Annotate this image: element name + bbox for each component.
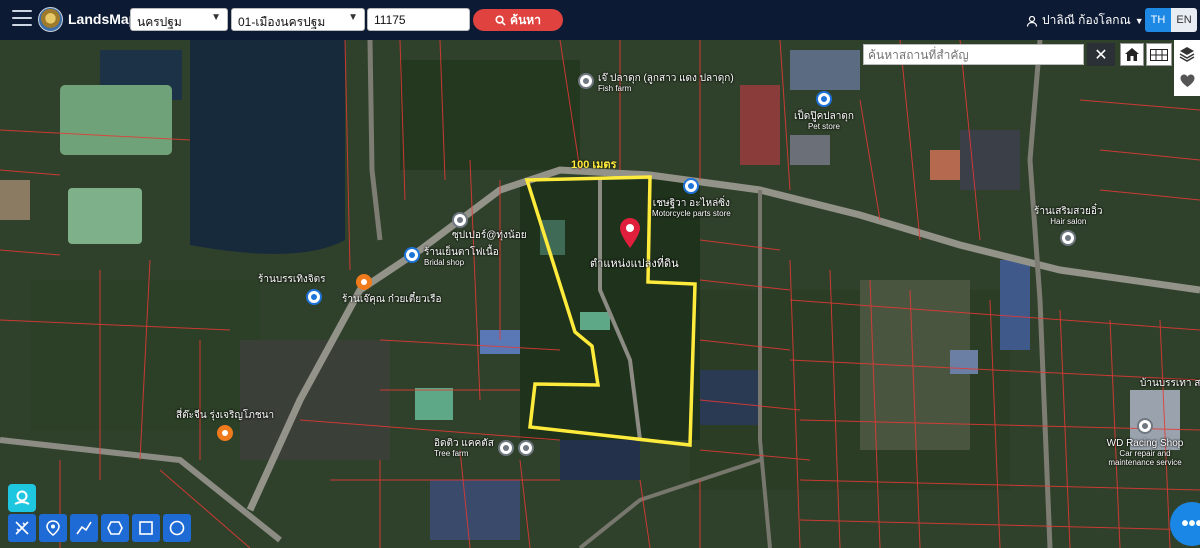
poi-bridal-shop[interactable]: ร้านเย็นตาโฟเนื้อ Bridal shop (404, 247, 499, 267)
province-value: นครปฐม (137, 15, 182, 29)
parcel-number-input[interactable]: 11175 (367, 8, 470, 31)
poi-name: WD Racing Shop (1106, 438, 1184, 449)
home-icon[interactable] (1120, 43, 1144, 66)
poi-name: อิดติว แคคตัส (434, 438, 494, 449)
poi-marker-icon (578, 73, 594, 89)
map-imagery (0, 40, 1200, 548)
poi-category: Car repair and maintenance service (1108, 449, 1182, 467)
search-button[interactable]: ค้นหา (473, 9, 563, 31)
chevron-down-icon: ▼ (1134, 15, 1144, 26)
poi-name: ร้านเจ๊คุณ ก๋วยเตี๋ยวเรือ (342, 294, 442, 305)
poi-supermarket[interactable]: ซุปเปอร์@ทุ่งน้อย (452, 212, 527, 241)
poi-chinese-restaurant[interactable]: สี่ต๊ะจีน รุ่งเจริญโภชนา (176, 410, 274, 441)
province-select[interactable]: นครปฐม ▼ (130, 8, 228, 31)
close-icon[interactable]: ✕ (1087, 43, 1115, 66)
poi-banthoeng-jit[interactable]: ร้านบรรเทิงจิตร (258, 274, 326, 305)
poi-category: Pet store (807, 122, 840, 131)
lang-th-button[interactable]: TH (1145, 8, 1171, 32)
district-value: 01-เมืองนครปฐม (238, 15, 326, 29)
poi-name: ร้านเย็นตาโฟเนื้อ (424, 247, 499, 258)
poi-motorcycle-parts[interactable]: เชษฐิวา อะไหล่ซิ่ง Motorcycle parts store (652, 178, 731, 218)
user-menu[interactable]: ปาลิณี ก้องโลกณ ▼ (1026, 11, 1144, 30)
favorite-heart-icon[interactable] (1174, 67, 1200, 94)
poi-category: Motorcycle parts store (652, 209, 731, 218)
top-bar: LandsMaps นครปฐม ▼ 01-เมืองนครปฐม ▼ 1117… (0, 0, 1200, 40)
poi-name: บ้านบรรเทา สวนดอกไม้ (1140, 378, 1200, 389)
measure-ruler-icon[interactable] (8, 514, 36, 542)
distance-label: 100 เมตร (571, 159, 617, 171)
poi-category: Fish farm (598, 84, 632, 93)
my-location-button[interactable] (8, 484, 36, 512)
poi-garden-house[interactable]: บ้านบรรเทา สวนดอกไม้ (1140, 378, 1200, 389)
polygon-icon[interactable] (101, 514, 129, 542)
poi-tree-farm[interactable]: อิดติว แคคตัส Tree farm (434, 438, 534, 458)
menu-icon[interactable] (12, 10, 32, 28)
department-logo (38, 7, 63, 32)
poi-marker-icon (452, 212, 468, 228)
poi-marker-icon (815, 91, 832, 107)
district-select[interactable]: 01-เมืองนครปฐม ▼ (231, 8, 365, 31)
poi-name: ร้านเสริมสวยอิ๋ว (1034, 206, 1103, 217)
rectangle-icon[interactable] (132, 514, 160, 542)
drawing-toolbar (8, 514, 191, 542)
poi-name: ร้านบรรเทิงจิตร (258, 274, 326, 285)
marker-pin-icon[interactable] (39, 514, 67, 542)
poi-marker-icon (305, 289, 322, 305)
parcel-grid-icon[interactable] (1146, 43, 1172, 66)
poi-marker-icon (356, 274, 372, 290)
map-side-tools (1174, 40, 1200, 96)
user-name: ปาลิณี ก้องโลกณ (1042, 13, 1131, 27)
search-label: ค้นหา (510, 12, 541, 27)
poi-name: เชษฐิวา อะไหล่ซิ่ง (652, 198, 730, 209)
poi-category: Bridal shop (424, 258, 465, 267)
poi-marker-icon (1137, 418, 1153, 434)
poi-noodle-shop[interactable]: ร้านเจ๊คุณ ก๋วยเตี๋ยวเรือ (342, 274, 442, 305)
poi-name: เจ๊ ปลาดุก (ลูกสาว แดง ปลาดุก) (598, 73, 734, 84)
location-icon (14, 490, 30, 505)
poi-marker-icon (497, 440, 514, 456)
poi-marker-icon (1060, 230, 1077, 246)
poi-wd-racing-shop[interactable]: WD Racing Shop Car repair and maintenance… (1100, 418, 1190, 467)
search-icon (495, 14, 506, 26)
poi-marker-icon (217, 425, 234, 441)
lang-en-button[interactable]: EN (1171, 8, 1197, 32)
place-search-input[interactable] (863, 44, 1084, 65)
poi-category: Tree farm (434, 449, 469, 458)
poi-category: Hair salon (1050, 217, 1087, 226)
layers-icon[interactable] (1174, 40, 1200, 67)
poi-fish-farm[interactable]: เจ๊ ปลาดุก (ลูกสาว แดง ปลาดุก) Fish farm (578, 73, 734, 93)
poi-pet-store[interactable]: เป็ดปู๊คปลาดุก Pet store (794, 91, 854, 131)
user-icon (1026, 15, 1038, 27)
poi-name: ซุปเปอร์@ทุ่งน้อย (452, 230, 527, 241)
satellite-map[interactable]: 100 เมตร ตำแหน่งแปลงที่ดิน เจ๊ ปลาดุก (ล… (0, 40, 1200, 548)
chevron-down-icon: ▼ (348, 12, 358, 23)
plot-location-label: ตำแหน่งแปลงที่ดิน (590, 258, 679, 270)
chevron-down-icon: ▼ (211, 12, 221, 23)
poi-marker-icon (683, 178, 700, 194)
poi-name: สี่ต๊ะจีน รุ่งเจริญโภชนา (176, 410, 275, 421)
poi-name: เป็ดปู๊คปลาดุก (794, 111, 854, 122)
plot-location-pin-icon[interactable] (620, 218, 640, 253)
poi-marker-icon (517, 440, 534, 456)
polyline-icon[interactable] (70, 514, 98, 542)
circle-icon[interactable] (163, 514, 191, 542)
poi-hair-salon[interactable]: ร้านเสริมสวยอิ๋ว Hair salon (1034, 206, 1103, 246)
poi-marker-icon (404, 247, 420, 263)
